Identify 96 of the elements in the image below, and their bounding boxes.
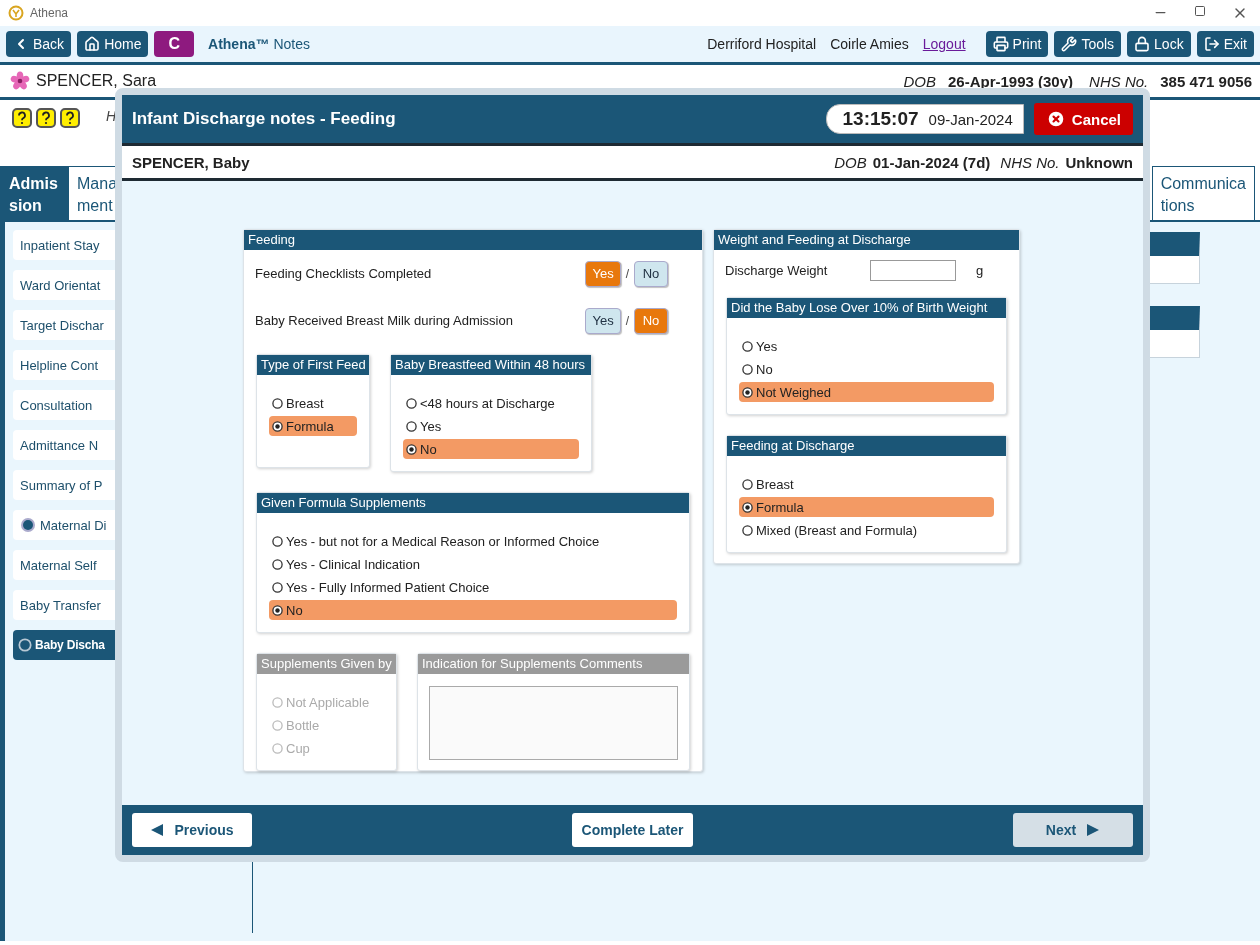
help-icon[interactable] [12,108,32,128]
print-button[interactable]: Print [985,31,1049,57]
radio-option[interactable]: Breast [269,393,357,413]
radio-icon [406,397,417,409]
letter-button[interactable]: C [154,31,195,57]
nhs-label: NHS No. [1089,72,1149,90]
radio-icon [742,501,753,513]
help-icon[interactable] [60,108,80,128]
status-ring-icon [18,638,32,652]
app-title: Athena™ Notes [208,36,311,52]
radio-option[interactable]: Yes [739,336,994,356]
radio-icon [406,443,417,455]
choice-button[interactable]: Yes [585,307,621,334]
radio-icon [742,478,753,490]
home-button[interactable]: Home [77,31,149,57]
status-dot-icon [20,517,36,533]
unit-text: g [976,263,984,278]
radio-option[interactable]: Formula [269,416,357,436]
right-triangle-icon [1086,823,1101,837]
patient-name: SPENCER, Sara [36,72,158,90]
cancel-icon [1045,109,1066,129]
app-logo-icon [8,5,24,21]
panel-title: Feeding at Discharge [727,436,1006,456]
radio-option[interactable]: Yes - but not for a Medical Reason or Informed Choice [269,531,677,551]
radio-icon [272,604,283,616]
time-text: 13:15:07 [842,108,919,130]
panel-title: Baby Breastfeed Within 48 hours [391,355,591,375]
radio-option[interactable]: Yes [403,416,579,436]
radio-icon [406,420,417,432]
panel-title: Did the Baby Lose Over 10% of Birth Weight [727,298,1006,318]
exit-button[interactable]: Exit [1196,31,1254,57]
radio-option[interactable]: Yes - Clinical Indication [269,554,677,574]
date-text: 09-Jan-2024 [928,110,1013,128]
radio-icon [272,742,283,754]
previous-button[interactable]: Previous [132,813,252,847]
radio-icon [272,581,283,593]
panel-title: Supplements Given by [257,654,396,674]
radio-icon [272,696,283,708]
cancel-button[interactable]: Cancel [1033,103,1133,135]
back-button[interactable]: Back [6,31,72,57]
radio-icon [742,524,753,536]
user-name: Coirle Amies [830,36,909,52]
radio-icon [272,719,283,731]
radio-icon [742,363,753,375]
separator-text: / [625,313,629,328]
dob-label: DOB [903,72,936,90]
radio-icon [742,386,753,398]
nhs-label: NHS No. [1000,153,1060,171]
dialog-title: Infant Discharge notes - Feeding [132,109,397,129]
maximize-icon[interactable] [1194,5,1206,17]
radio-option[interactable]: Breast [739,474,994,494]
lock-button[interactable]: Lock [1127,31,1191,57]
choice-button[interactable]: No [634,260,668,287]
dob-label: DOB [834,153,867,171]
hospital-name: Derriford Hospital [707,36,817,52]
question-label: Feeding Checklists Completed [255,266,433,281]
radio-icon [272,420,283,432]
tools-button[interactable]: Tools [1054,31,1122,57]
left-triangle-icon [150,823,165,837]
tab[interactable]: Communica tions [1151,166,1255,220]
radio-option[interactable]: Formula [739,497,994,517]
radio-icon [272,535,283,547]
logout-link[interactable]: Logout [922,36,966,52]
panel-title: Feeding [244,230,702,250]
panel-title: Given Formula Supplements [257,493,689,513]
radio-option[interactable]: Mixed (Breast and Formula) [739,520,994,540]
weight-label: Discharge Weight [725,263,829,278]
dob-value: 01-Jan-2024 (7d) [872,153,991,171]
window-title: Athena [30,6,70,20]
panel-title: Weight and Feeding at Discharge [714,230,1019,250]
radio-icon [272,558,283,570]
panel-title: Type of First Feed [257,355,369,375]
nhs-value: 385 471 9056 [1160,72,1252,90]
radio-option[interactable]: No [403,439,579,459]
radio-option[interactable]: Yes - Fully Informed Patient Choice [269,577,677,597]
complete-later-button[interactable]: Complete Later [571,813,694,847]
radio-option[interactable]: <48 hours at Discharge [403,393,579,413]
help-icon[interactable] [36,108,56,128]
nhs-value: Unknown [1065,153,1133,171]
radio-icon [742,340,753,352]
radio-option[interactable]: No [739,359,994,379]
weight-field[interactable] [870,260,956,281]
print-icon [992,36,1009,52]
radio-icon [272,397,283,409]
lock-icon [1134,36,1151,52]
separator-text: / [625,266,629,281]
question-label: Baby Received Breast Milk during Admission [255,313,514,328]
flower-icon [10,71,30,91]
tab[interactable]: Admis sion [0,166,68,220]
radio-option[interactable]: No [269,600,677,620]
radio-option[interactable]: Not Weighed [739,382,994,402]
baby-name: SPENCER, Baby [132,153,251,171]
panel-title: Indication for Supplements Comments [418,654,689,674]
exit-icon [1203,36,1220,52]
tools-icon [1061,36,1078,52]
home-icon [84,36,101,52]
